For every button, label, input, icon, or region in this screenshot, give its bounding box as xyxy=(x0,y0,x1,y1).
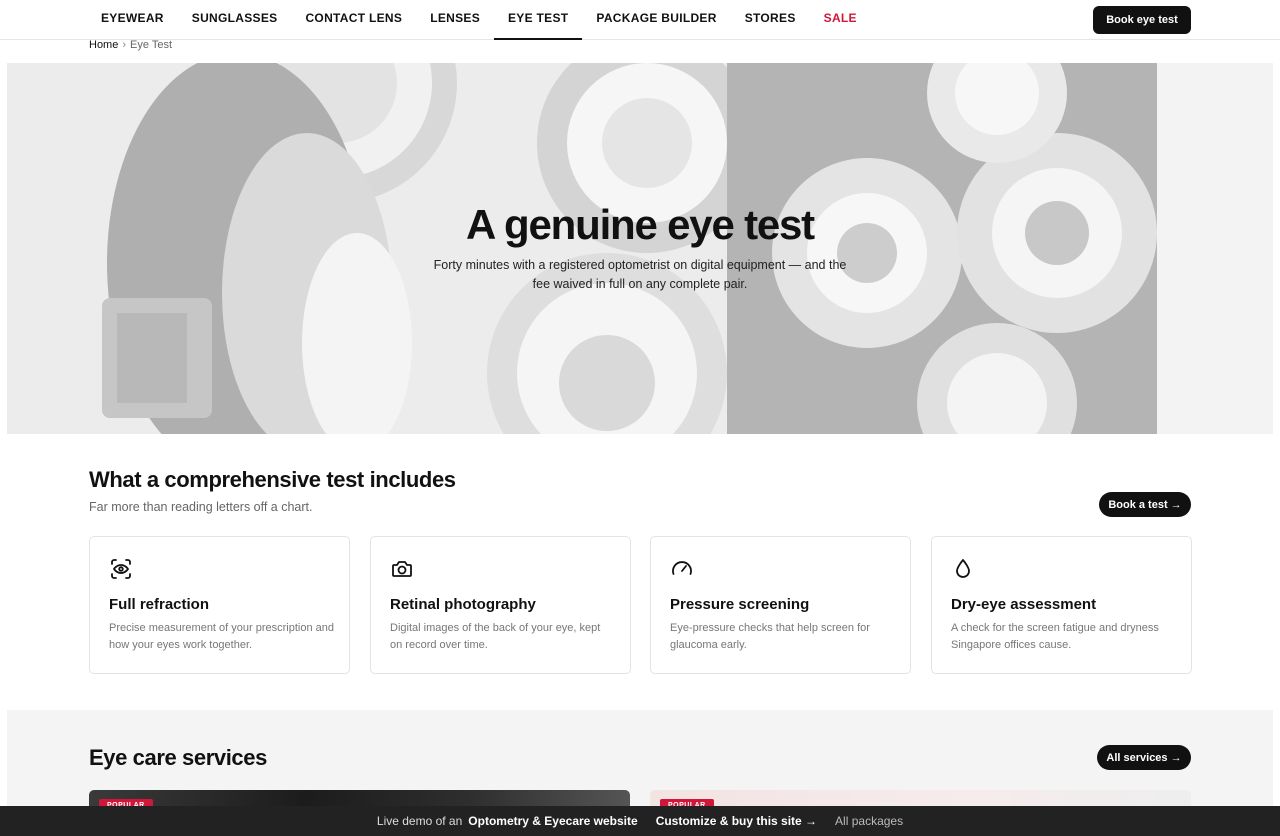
nav-item-eyewear[interactable]: EYEWEAR xyxy=(87,0,178,40)
feature-card-title: Full refraction xyxy=(109,596,210,613)
feature-card-refraction: Full refraction Precise measurement of y… xyxy=(89,536,350,674)
feature-card-desc: Digital images of the back of your eye, … xyxy=(390,622,601,651)
nav-item-eye-test[interactable]: EYE TEST xyxy=(494,0,583,40)
gauge-icon xyxy=(672,561,692,575)
nav-menu: EYEWEAR SUNGLASSES CONTACT LENS LENSES E… xyxy=(87,0,871,40)
hero-banner: A genuine eye test Forty minutes with a … xyxy=(7,63,1273,434)
nav-item-lenses[interactable]: LENSES xyxy=(416,0,494,40)
all-services-button[interactable]: All services → xyxy=(1097,745,1191,770)
eye-scan-icon xyxy=(111,559,131,579)
book-eye-test-button[interactable]: Book eye test xyxy=(1093,6,1191,34)
breadcrumb-separator: › xyxy=(122,39,127,51)
breadcrumb: Home › Eye Test xyxy=(89,39,172,51)
includes-subtitle: Far more than reading letters off a char… xyxy=(89,500,313,514)
feature-card-desc: Eye-pressure checks that help screen for… xyxy=(670,622,870,651)
top-nav: EYEWEAR SUNGLASSES CONTACT LENS LENSES E… xyxy=(0,0,1280,40)
hero-title: A genuine eye test xyxy=(466,201,815,248)
camera-icon xyxy=(392,561,412,577)
feature-card-retinal: Retinal photography Digital images of th… xyxy=(370,536,631,674)
nav-item-sunglasses[interactable]: SUNGLASSES xyxy=(178,0,292,40)
feature-card-desc: A check for the screen fatigue and dryne… xyxy=(951,622,1159,651)
customize-buy-link[interactable]: Customize & buy this site → xyxy=(656,814,817,828)
feature-card-pressure: Pressure screening Eye-pressure checks t… xyxy=(650,536,911,674)
nav-item-sale[interactable]: SALE xyxy=(810,0,871,40)
feature-card-title: Retinal photography xyxy=(390,596,536,613)
book-a-test-button[interactable]: Book a test → xyxy=(1099,492,1191,517)
nav-item-stores[interactable]: STORES xyxy=(731,0,810,40)
breadcrumb-home-link[interactable]: Home xyxy=(89,39,118,51)
services-title: Eye care services xyxy=(89,745,267,770)
droplet-icon xyxy=(956,559,970,578)
feature-card-title: Dry-eye assessment xyxy=(951,596,1097,613)
all-packages-link[interactable]: All packages xyxy=(835,814,903,828)
nav-item-package-builder[interactable]: PACKAGE BUILDER xyxy=(582,0,730,40)
feature-card-title: Pressure screening xyxy=(670,596,810,613)
demo-bar-site-type: Optometry & Eyecare website xyxy=(468,814,638,828)
nav-item-contact-lens[interactable]: CONTACT LENS xyxy=(291,0,416,40)
breadcrumb-current: Eye Test xyxy=(130,39,173,51)
feature-card-desc: Precise measurement of your prescription… xyxy=(109,622,334,651)
includes-title: What a comprehensive test includes xyxy=(89,467,456,492)
demo-bar-prefix: Live demo of an xyxy=(376,814,463,828)
hero-subtitle: Forty minutes with a registered optometr… xyxy=(433,258,847,291)
demo-bar: Live demo of an Optometry & Eyecare webs… xyxy=(0,806,1280,836)
feature-card-dry-eye: Dry-eye assessment A check for the scree… xyxy=(931,536,1192,674)
